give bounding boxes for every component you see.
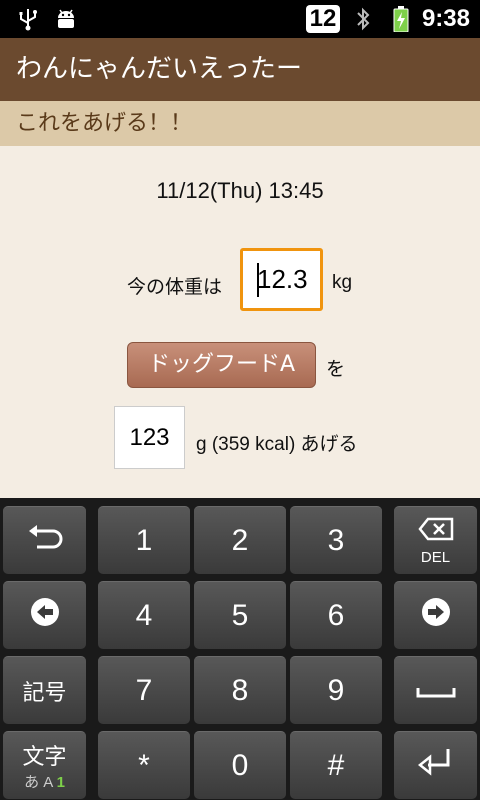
weight-label: 今の体重は [127,276,223,298]
weight-value: 12.3 [257,264,308,294]
back-key[interactable] [3,506,86,574]
key-7[interactable]: 7 [98,656,190,724]
cursor-left-key[interactable] [3,581,86,649]
datetime-label[interactable]: 11/12(Thu) 13:45 [0,178,480,204]
subheader: これをあげる！！ [0,101,480,146]
enter-key[interactable] [394,731,477,799]
input-mode-sub: あ A 1 [24,774,65,791]
weight-input[interactable]: 12.3 [240,248,323,311]
key-5[interactable]: 5 [194,581,286,649]
amount-suffix: g (359 kcal) あげる [196,434,358,455]
battery-charging-icon [390,6,412,32]
key-1[interactable]: 1 [98,506,190,574]
key-6[interactable]: 6 [290,581,382,649]
space-key[interactable] [394,656,477,724]
arrow-right-circle-icon [420,596,452,636]
key-9[interactable]: 9 [290,656,382,724]
delete-key[interactable]: DEL [394,506,477,574]
input-mode-label: 文字 [22,745,67,770]
arrow-left-circle-icon [29,596,61,636]
space-icon [416,674,456,708]
key-hash[interactable]: # [290,731,382,799]
symbols-key[interactable]: 記号 [3,656,86,724]
cursor-right-key[interactable] [394,581,477,649]
back-arrow-icon [27,523,63,559]
delete-label: DEL [420,549,451,566]
notification-count-badge: 12 [306,5,340,33]
key-2[interactable]: 2 [194,506,286,574]
app-title: わんにゃんだいえったー [16,54,303,84]
enter-icon [417,747,454,785]
status-bar: 12 9:38 [0,0,480,38]
usb-icon [14,7,42,31]
key-8[interactable]: 8 [194,656,286,724]
key-star[interactable]: * [98,731,190,799]
bluetooth-icon [352,7,374,31]
amount-input[interactable]: 123 [114,406,185,469]
input-mode-key[interactable]: 文字 あ A 1 [3,731,86,799]
main-content: 11/12(Thu) 13:45 今の体重は 12.3 kg ドッグフードA を… [0,146,480,498]
numeric-keyboard: 1 2 3 DEL 4 5 6 記号 7 8 9 文字 あ A 1 * 0 # [0,498,480,800]
weight-unit: kg [332,272,353,293]
text-caret [257,263,259,297]
food-particle: を [326,358,346,380]
subheader-text: これをあげる！！ [16,111,193,136]
title-bar: わんにゃんだいえったー [0,38,480,101]
key-0[interactable]: 0 [194,731,286,799]
android-debug-icon [52,7,80,31]
status-time: 9:38 [421,5,470,32]
food-select-button[interactable]: ドッグフードA [127,342,316,388]
backspace-icon [417,515,454,549]
key-4[interactable]: 4 [98,581,190,649]
key-3[interactable]: 3 [290,506,382,574]
